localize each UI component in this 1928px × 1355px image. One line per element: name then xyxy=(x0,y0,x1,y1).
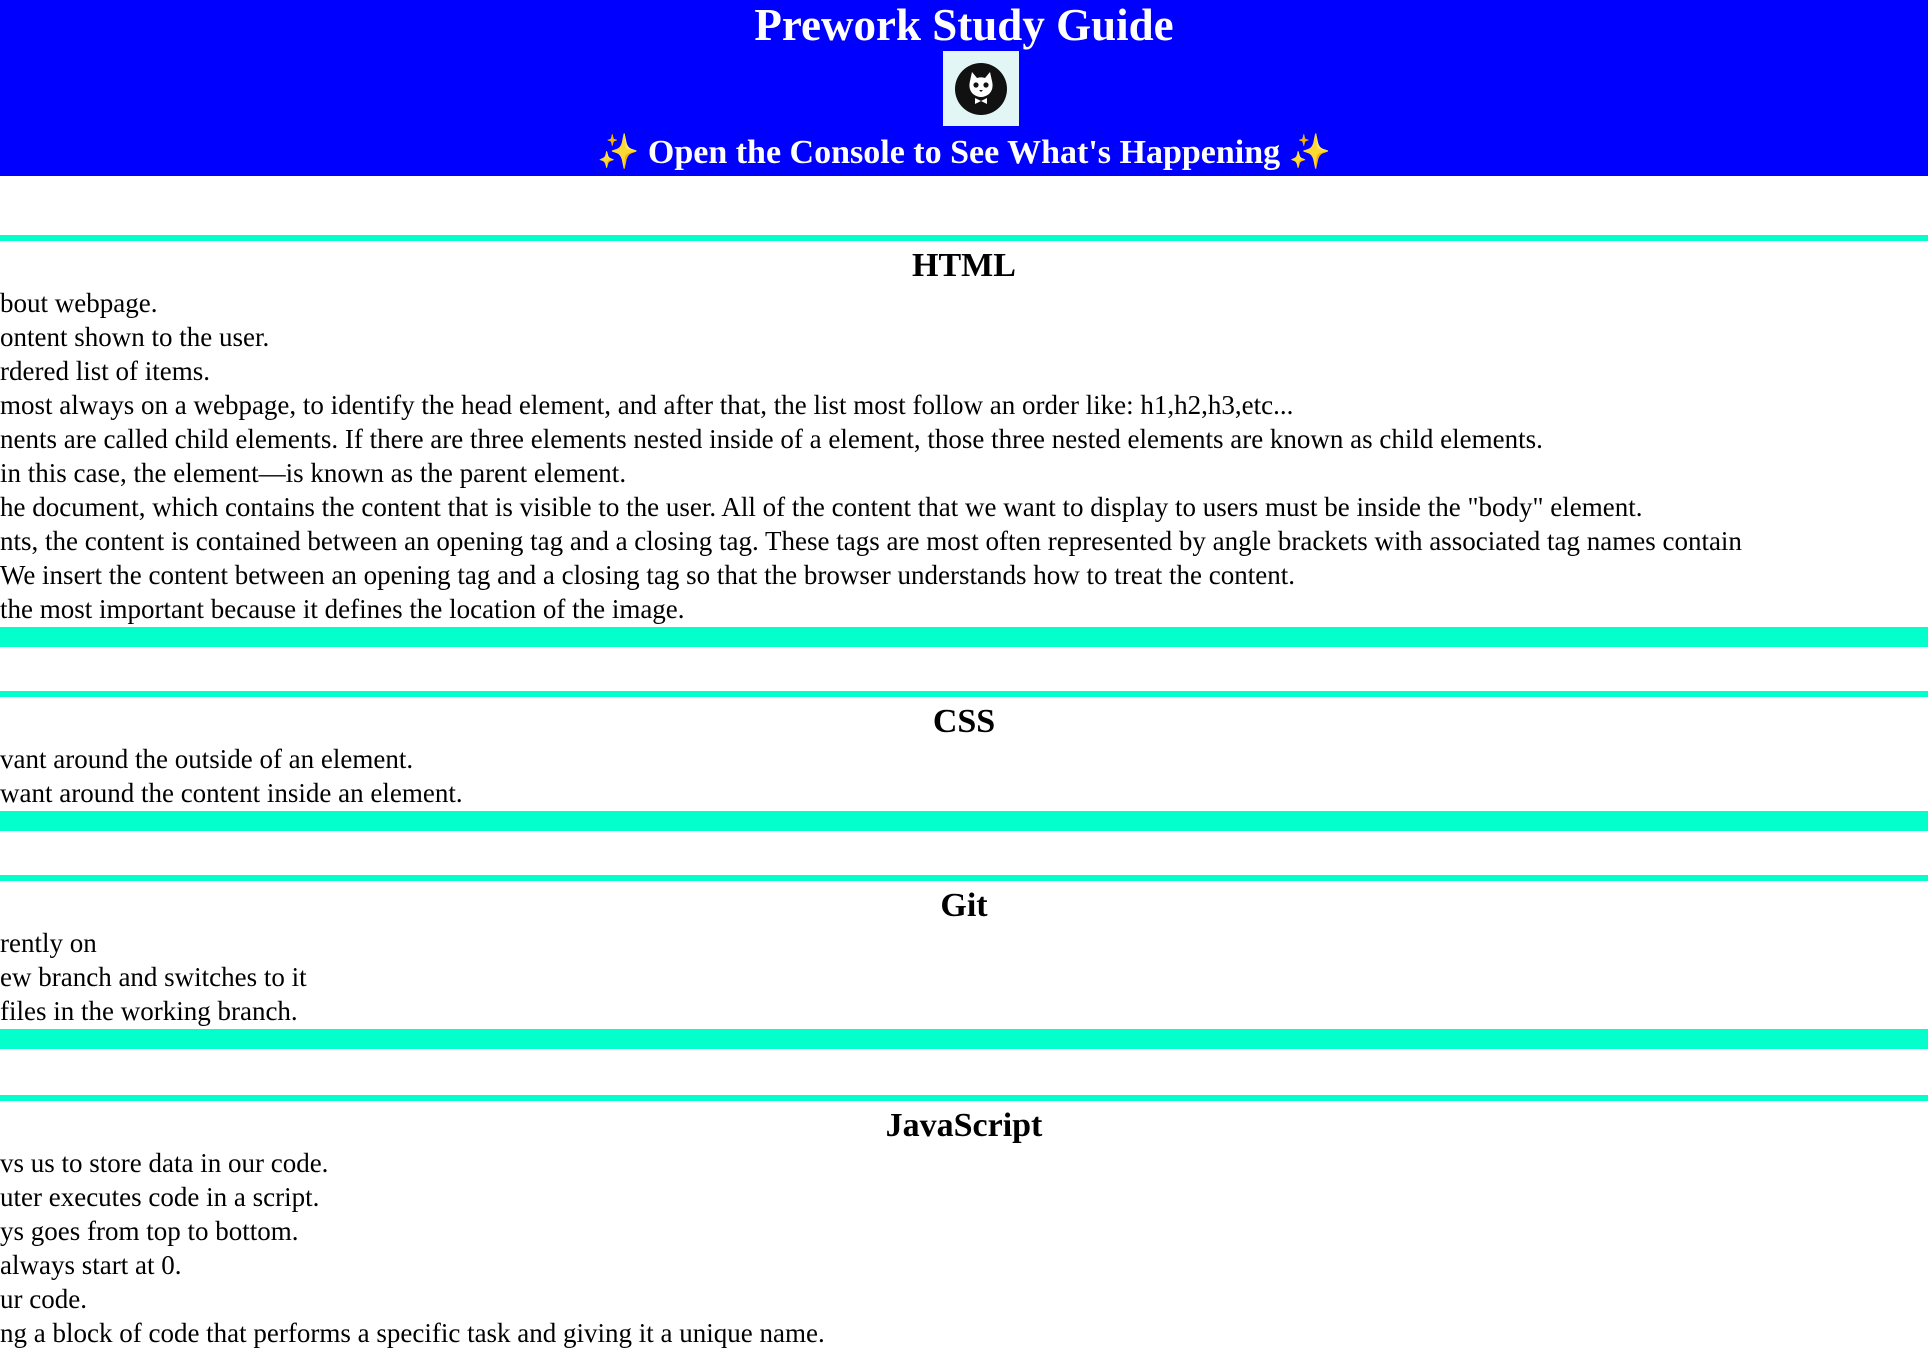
list-item: nts, the content is contained between an… xyxy=(0,526,1742,556)
list-item: ew branch and switches to it xyxy=(0,962,307,992)
list-item: ur code. xyxy=(0,1284,87,1314)
sparkles-icon: ✨ xyxy=(1288,134,1331,171)
section-heading-javascript: JavaScript xyxy=(885,1107,1043,1144)
list-item: uter executes code in a script. xyxy=(0,1182,320,1212)
page-header: Prework Study Guide ✨ Open the Console t… xyxy=(0,0,1928,176)
css-section: CSS vant around the outside of an elemen… xyxy=(0,691,1928,831)
javascript-section: JavaScript vs us to store data in our co… xyxy=(0,1095,1928,1355)
list-item: rdered list of items. xyxy=(0,356,210,386)
list-item: files in the working branch. xyxy=(0,996,298,1026)
list-item: he document, which contains the content … xyxy=(0,492,1643,522)
list-item: nents are called child elements. If ther… xyxy=(0,424,1543,454)
cat-face-svg xyxy=(955,62,1007,115)
page-title: Prework Study Guide xyxy=(754,0,1174,50)
html-section: HTML bout webpage. ontent shown to the u… xyxy=(0,235,1928,647)
list-item: in this case, the element—is known as th… xyxy=(0,458,627,488)
cat-face-logo-icon xyxy=(943,51,1019,126)
list-item: rently on xyxy=(0,928,97,958)
git-notes-list: rently on ew branch and switches to it f… xyxy=(0,926,1928,1028)
list-item: We insert the content between an opening… xyxy=(0,560,1295,590)
section-heading-git: Git xyxy=(940,887,988,924)
list-item: always start at 0. xyxy=(0,1250,182,1280)
section-heading-html: HTML xyxy=(912,247,1016,284)
git-section: Git rently on ew branch and switches to … xyxy=(0,875,1928,1049)
list-item: ys goes from top to bottom. xyxy=(0,1216,299,1246)
javascript-notes-list: vs us to store data in our code. uter ex… xyxy=(0,1146,1928,1350)
list-item: most always on a webpage, to identify th… xyxy=(0,390,1294,420)
html-notes-list: bout webpage. ontent shown to the user. … xyxy=(0,286,1928,626)
list-item: bout webpage. xyxy=(0,288,158,318)
sparkles-icon: ✨ xyxy=(597,134,640,171)
subtitle: ✨ Open the Console to See What's Happeni… xyxy=(0,130,1928,176)
list-item: want around the content inside an elemen… xyxy=(0,778,463,808)
subtitle-text: Open the Console to See What's Happening xyxy=(647,134,1281,171)
list-item: vs us to store data in our code. xyxy=(0,1148,329,1178)
css-notes-list: vant around the outside of an element. w… xyxy=(0,742,1928,810)
section-heading-css: CSS xyxy=(932,703,996,740)
list-item: the most important because it defines th… xyxy=(0,594,685,624)
list-item: ng a block of code that performs a speci… xyxy=(0,1318,825,1348)
list-item: vant around the outside of an element. xyxy=(0,744,414,774)
list-item: ontent shown to the user. xyxy=(0,322,270,352)
